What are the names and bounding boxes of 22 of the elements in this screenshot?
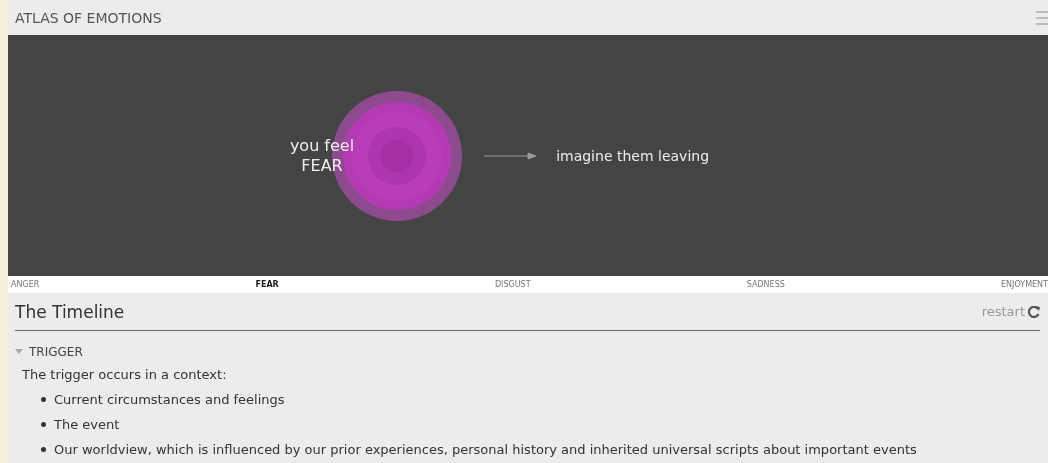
emotion-tab[interactable]: FEAR — [255, 280, 279, 289]
bullet-text: Our worldview, which is influenced by our prior experiences, personal history and inherited universal scripts about important events — [54, 442, 917, 457]
app-title: ATLAS OF EMOTIONS — [15, 9, 162, 26]
arrow-icon — [484, 151, 537, 160]
bullet-text: The event — [54, 417, 120, 432]
emotion-tab[interactable]: SADNESS — [746, 280, 785, 289]
caret-icon[interactable] — [15, 349, 23, 355]
emotion-tab[interactable]: ENJOYMENT — [1001, 280, 1048, 289]
section-heading: The Timeline — [15, 301, 125, 322]
bullet-icon — [41, 422, 46, 427]
refresh-icon — [1028, 305, 1040, 318]
menu-icon[interactable] — [1036, 10, 1048, 25]
response-text: imagine them leaving — [556, 147, 711, 164]
bullet-icon — [41, 447, 46, 452]
emotion-name: FEAR — [301, 155, 343, 175]
bullet-text: Current circumstances and feelings — [54, 392, 285, 407]
trigger-label[interactable]: TRIGGER — [29, 345, 83, 359]
stage-caption: you feel — [289, 136, 355, 156]
emotion-tab[interactable]: ANGER — [11, 280, 40, 289]
bullet-icon — [41, 397, 46, 402]
intro-text: The trigger occurs in a context: — [22, 367, 228, 382]
emotion-tab[interactable]: DISGUST — [494, 280, 531, 289]
